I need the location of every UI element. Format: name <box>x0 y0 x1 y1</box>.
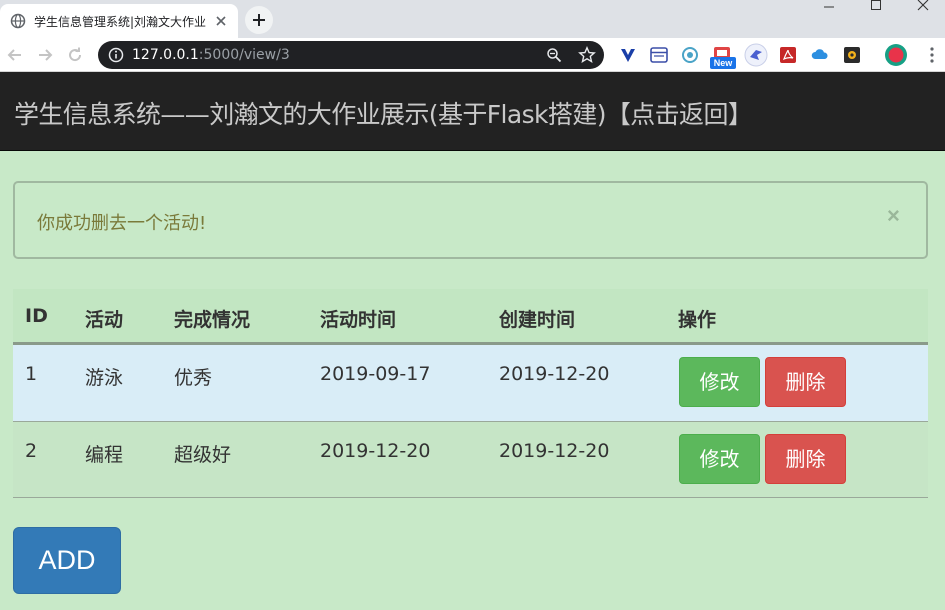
cell-activity-time: 2019-09-17 <box>320 363 431 385</box>
forward-arrow-icon[interactable] <box>36 46 54 64</box>
pdf-extension-icon[interactable] <box>778 45 798 65</box>
edit-button[interactable]: 修改 <box>679 434 760 484</box>
vpn-extension-icon[interactable] <box>618 45 638 65</box>
new-tab-button[interactable] <box>245 6 273 34</box>
close-window-button[interactable] <box>899 0 945 30</box>
add-activity-button[interactable]: ADD <box>13 527 121 594</box>
minimize-icon <box>824 6 834 8</box>
alert-message: 你成功删去一个活动! <box>37 213 207 234</box>
cell-created-time: 2019-12-20 <box>499 440 610 462</box>
info-icon[interactable] <box>108 47 124 63</box>
cell-status: 优秀 <box>174 367 213 389</box>
edit-button[interactable]: 修改 <box>679 357 760 407</box>
header-activity: 活动 <box>85 309 124 331</box>
bird-extension-icon[interactable] <box>744 43 768 67</box>
success-alert: 你成功删去一个活动! × <box>13 181 928 259</box>
close-tab-icon[interactable] <box>214 14 228 28</box>
browser-tab[interactable]: 学生信息管理系统|刘瀚文大作业 <box>0 4 238 38</box>
tab-title: 学生信息管理系统|刘瀚文大作业 <box>34 15 207 29</box>
cell-status: 超级好 <box>174 444 232 466</box>
bookmark-star-icon[interactable] <box>578 46 596 64</box>
maximize-button[interactable] <box>852 0 898 30</box>
navbar-brand-link[interactable]: 学生信息系统——刘瀚文的大作业展示(基于Flask搭建)【点击返回】 <box>14 95 753 131</box>
cell-activity-time: 2019-12-20 <box>320 440 431 462</box>
table-row: 2 编程 超级好 2019-12-20 2019-12-20 修改 删除 <box>13 422 928 498</box>
site-navbar: 学生信息系统——刘瀚文的大作业展示(基于Flask搭建)【点击返回】 <box>0 72 945 151</box>
url-path: :5000/view/3 <box>198 47 290 63</box>
window-extension-icon[interactable] <box>649 45 669 65</box>
header-id: ID <box>25 305 48 327</box>
back-arrow-icon[interactable] <box>6 46 24 64</box>
activity-table: ID 活动 完成情况 活动时间 创建时间 操作 1 游泳 优秀 2019-09-… <box>13 289 928 498</box>
cell-activity: 游泳 <box>85 367 124 389</box>
cell-id: 1 <box>25 363 38 385</box>
address-bar[interactable]: 127.0.0.1:5000/view/3 <box>98 41 604 69</box>
close-window-icon <box>917 0 929 11</box>
cell-id: 2 <box>25 440 38 462</box>
profile-avatar-icon[interactable] <box>884 43 908 67</box>
table-header: ID 活动 完成情况 活动时间 创建时间 操作 <box>13 289 928 345</box>
plus-icon <box>253 14 265 26</box>
menu-dots-icon[interactable] <box>922 45 942 65</box>
header-actions: 操作 <box>678 309 717 331</box>
maximize-icon <box>871 0 881 10</box>
header-activity-time: 活动时间 <box>320 309 397 331</box>
new-badge: New <box>710 57 736 69</box>
cloud-extension-icon[interactable] <box>810 45 830 65</box>
url-host: 127.0.0.1 <box>132 47 199 63</box>
minimize-button[interactable] <box>805 0 851 30</box>
header-status: 完成情况 <box>174 309 251 331</box>
globe-icon <box>10 13 26 29</box>
cell-created-time: 2019-12-20 <box>499 363 610 385</box>
browser-tab-bar: 学生信息管理系统|刘瀚文大作业 <box>0 0 945 38</box>
cell-activity: 编程 <box>85 444 124 466</box>
header-created-time: 创建时间 <box>499 309 576 331</box>
url-text[interactable]: 127.0.0.1:5000/view/3 <box>132 47 290 63</box>
alert-close-icon[interactable]: × <box>887 203 900 229</box>
reload-icon[interactable] <box>66 46 84 64</box>
zoom-icon[interactable] <box>546 47 562 63</box>
table-row: 1 游泳 优秀 2019-09-17 2019-12-20 修改 删除 <box>13 345 928 422</box>
browser-toolbar: 127.0.0.1:5000/view/3 New <box>0 38 945 72</box>
delete-button[interactable]: 删除 <box>765 357 846 407</box>
delete-button[interactable]: 删除 <box>765 434 846 484</box>
target-extension-icon[interactable] <box>680 45 700 65</box>
media-extension-icon[interactable] <box>842 45 862 65</box>
